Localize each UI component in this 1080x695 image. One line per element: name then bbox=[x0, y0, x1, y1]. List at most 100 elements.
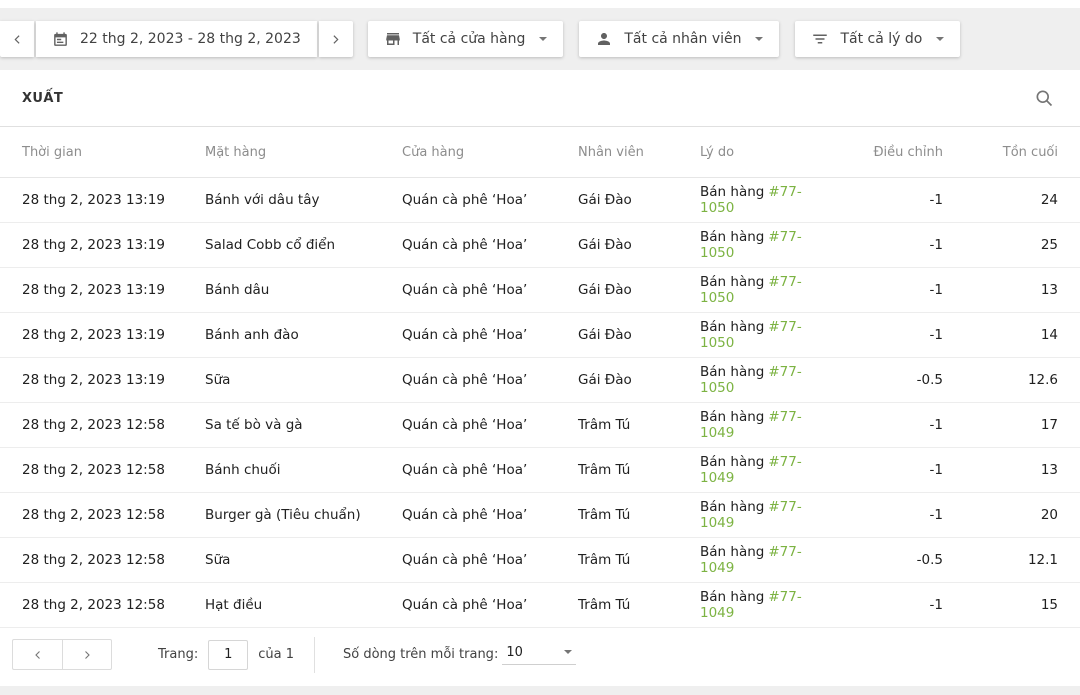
table-row: 28 thg 2, 2023 13:19 Salad Cobb cổ điển … bbox=[0, 223, 1080, 268]
reason-label: Bán hàng bbox=[700, 409, 764, 425]
chevron-right-icon bbox=[81, 649, 93, 661]
page-of-label: của 1 bbox=[258, 647, 294, 662]
item-cell: Bánh chuối bbox=[205, 462, 402, 478]
column-header-item: Mặt hàng bbox=[205, 145, 402, 160]
time-cell: 28 thg 2, 2023 12:58 bbox=[22, 507, 205, 523]
adjustment-cell: -1 bbox=[823, 597, 943, 613]
employee-cell: Gái Đào bbox=[578, 282, 700, 298]
page-label: Trang: bbox=[158, 647, 198, 662]
search-button[interactable] bbox=[1034, 88, 1054, 108]
store-icon bbox=[384, 30, 402, 48]
chevron-down-icon bbox=[539, 37, 547, 41]
reason-label: Bán hàng bbox=[700, 184, 764, 200]
rows-per-page-select[interactable]: 10 bbox=[502, 645, 576, 665]
reason-label: Bán hàng bbox=[700, 229, 764, 245]
rows-per-page-label: Số dòng trên mỗi trang: bbox=[343, 647, 498, 662]
person-icon bbox=[595, 30, 613, 48]
chevron-left-icon bbox=[11, 33, 24, 46]
final-stock-cell: 12.1 bbox=[943, 552, 1058, 568]
chevron-right-icon bbox=[329, 33, 342, 46]
adjustment-cell: -1 bbox=[823, 282, 943, 298]
employee-cell: Gái Đào bbox=[578, 192, 700, 208]
item-cell: Sữa bbox=[205, 552, 402, 568]
final-stock-cell: 17 bbox=[943, 417, 1058, 433]
table-row: 28 thg 2, 2023 13:19 Bánh dâu Quán cà ph… bbox=[0, 268, 1080, 313]
table-body: 28 thg 2, 2023 13:19 Bánh với dâu tây Qu… bbox=[0, 178, 1080, 628]
adjustment-cell: -1 bbox=[823, 327, 943, 343]
page-title: XUẤT bbox=[22, 91, 63, 106]
prev-page-button[interactable] bbox=[12, 639, 62, 670]
reasons-filter-button[interactable]: Tất cả lý do bbox=[795, 21, 960, 57]
page-input[interactable] bbox=[208, 640, 248, 670]
table-row: 28 thg 2, 2023 12:58 Burger gà (Tiêu chu… bbox=[0, 493, 1080, 538]
date-nav-group: 22 thg 2, 2023 - 28 thg 2, 2023 bbox=[0, 21, 353, 57]
table-row: 28 thg 2, 2023 13:19 Sữa Quán cà phê ‘Ho… bbox=[0, 358, 1080, 403]
time-cell: 28 thg 2, 2023 12:58 bbox=[22, 552, 205, 568]
column-header-store: Cửa hàng bbox=[402, 145, 578, 160]
store-cell: Quán cà phê ‘Hoa’ bbox=[402, 462, 578, 478]
table-row: 28 thg 2, 2023 12:58 Hạt điều Quán cà ph… bbox=[0, 583, 1080, 628]
reason-cell: Bán hàng#77-1050 bbox=[700, 319, 823, 351]
item-cell: Bánh anh đào bbox=[205, 327, 402, 343]
reason-label: Bán hàng bbox=[700, 364, 764, 380]
final-stock-cell: 24 bbox=[943, 192, 1058, 208]
final-stock-cell: 15 bbox=[943, 597, 1058, 613]
reason-cell: Bán hàng#77-1049 bbox=[700, 589, 823, 621]
table-header: Thời gian Mặt hàng Cửa hàng Nhân viên Lý… bbox=[0, 127, 1080, 178]
reason-label: Bán hàng bbox=[700, 274, 764, 290]
calendar-icon bbox=[52, 31, 69, 48]
final-stock-cell: 20 bbox=[943, 507, 1058, 523]
item-cell: Sữa bbox=[205, 372, 402, 388]
store-cell: Quán cà phê ‘Hoa’ bbox=[402, 192, 578, 208]
time-cell: 28 thg 2, 2023 13:19 bbox=[22, 372, 205, 388]
stores-filter-button[interactable]: Tất cả cửa hàng bbox=[368, 21, 564, 57]
table-row: 28 thg 2, 2023 13:19 Bánh với dâu tây Qu… bbox=[0, 178, 1080, 223]
item-cell: Hạt điều bbox=[205, 597, 402, 613]
employees-filter-button[interactable]: Tất cả nhân viên bbox=[579, 21, 779, 57]
next-date-button[interactable] bbox=[319, 21, 353, 57]
column-header-final-stock: Tồn cuối bbox=[943, 145, 1058, 160]
column-header-employee: Nhân viên bbox=[578, 145, 700, 160]
item-cell: Salad Cobb cổ điển bbox=[205, 237, 402, 253]
final-stock-cell: 14 bbox=[943, 327, 1058, 343]
employee-cell: Gái Đào bbox=[578, 237, 700, 253]
store-cell: Quán cà phê ‘Hoa’ bbox=[402, 237, 578, 253]
final-stock-cell: 13 bbox=[943, 282, 1058, 298]
store-cell: Quán cà phê ‘Hoa’ bbox=[402, 282, 578, 298]
search-icon bbox=[1034, 88, 1054, 108]
time-cell: 28 thg 2, 2023 13:19 bbox=[22, 192, 205, 208]
employee-cell: Trâm Tú bbox=[578, 417, 700, 433]
reason-cell: Bán hàng#77-1050 bbox=[700, 274, 823, 306]
table-row: 28 thg 2, 2023 12:58 Sa tế bò và gà Quán… bbox=[0, 403, 1080, 448]
prev-date-button[interactable] bbox=[0, 21, 34, 57]
adjustment-cell: -1 bbox=[823, 192, 943, 208]
item-cell: Bánh với dâu tây bbox=[205, 192, 402, 208]
item-cell: Burger gà (Tiêu chuẩn) bbox=[205, 507, 402, 523]
table-row: 28 thg 2, 2023 12:58 Bánh chuối Quán cà … bbox=[0, 448, 1080, 493]
final-stock-cell: 12.6 bbox=[943, 372, 1058, 388]
stores-filter-label: Tất cả cửa hàng bbox=[413, 31, 526, 47]
adjustment-cell: -1 bbox=[823, 417, 943, 433]
adjustment-cell: -1 bbox=[823, 507, 943, 523]
reason-label: Bán hàng bbox=[700, 544, 764, 560]
reason-cell: Bán hàng#77-1049 bbox=[700, 544, 823, 576]
employees-filter-label: Tất cả nhân viên bbox=[624, 31, 741, 47]
reason-cell: Bán hàng#77-1050 bbox=[700, 364, 823, 396]
chevron-left-icon bbox=[32, 649, 44, 661]
table-row: 28 thg 2, 2023 12:58 Sữa Quán cà phê ‘Ho… bbox=[0, 538, 1080, 583]
time-cell: 28 thg 2, 2023 12:58 bbox=[22, 462, 205, 478]
rows-per-page-value: 10 bbox=[506, 645, 523, 660]
employee-cell: Trâm Tú bbox=[578, 462, 700, 478]
table-row: 28 thg 2, 2023 13:19 Bánh anh đào Quán c… bbox=[0, 313, 1080, 358]
reason-cell: Bán hàng#77-1049 bbox=[700, 499, 823, 531]
reason-cell: Bán hàng#77-1050 bbox=[700, 184, 823, 216]
adjustment-cell: -0.5 bbox=[823, 552, 943, 568]
next-page-button[interactable] bbox=[62, 639, 112, 670]
adjustment-cell: -1 bbox=[823, 237, 943, 253]
chevron-down-icon bbox=[755, 37, 763, 41]
filter-icon bbox=[811, 30, 829, 48]
date-range-button[interactable]: 22 thg 2, 2023 - 28 thg 2, 2023 bbox=[36, 21, 317, 57]
store-cell: Quán cà phê ‘Hoa’ bbox=[402, 552, 578, 568]
reason-cell: Bán hàng#77-1050 bbox=[700, 229, 823, 261]
adjustment-cell: -0.5 bbox=[823, 372, 943, 388]
